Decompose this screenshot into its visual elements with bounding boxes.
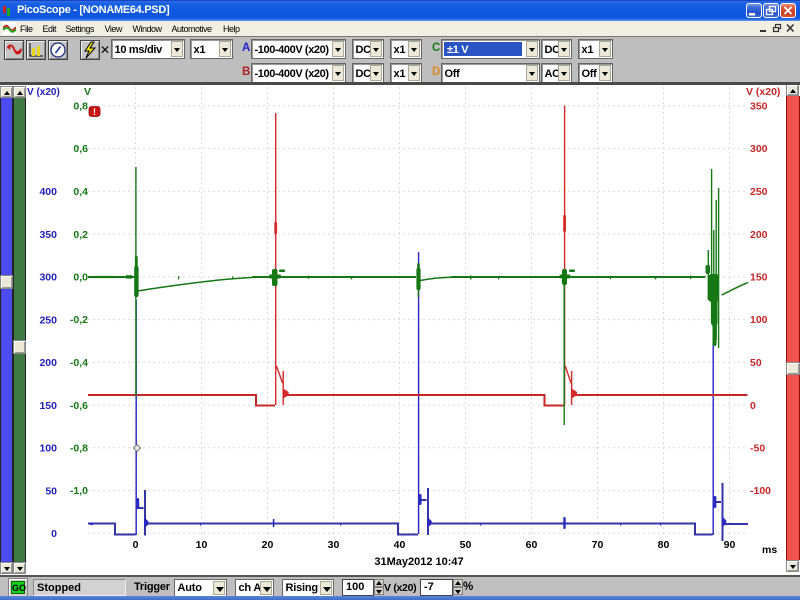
- svg-text:-0,4: -0,4: [70, 357, 88, 369]
- svg-text:250: 250: [39, 314, 57, 326]
- svg-text:150: 150: [39, 400, 57, 412]
- svg-text:300: 300: [39, 272, 57, 284]
- svg-text:0,0: 0,0: [73, 272, 88, 284]
- svg-text:50: 50: [750, 357, 762, 369]
- svg-text:V: V: [84, 86, 91, 98]
- svg-text:50: 50: [45, 485, 57, 497]
- svg-text:250: 250: [750, 186, 768, 198]
- svg-text:350: 350: [750, 101, 768, 113]
- svg-text:80: 80: [658, 539, 670, 551]
- svg-text:!: !: [93, 107, 96, 117]
- svg-text:200: 200: [39, 357, 57, 369]
- svg-text:90: 90: [724, 539, 736, 551]
- svg-text:350: 350: [39, 229, 57, 241]
- svg-text:150: 150: [750, 272, 768, 284]
- svg-text:70: 70: [592, 539, 604, 551]
- svg-text:0: 0: [750, 400, 756, 412]
- svg-text:50: 50: [460, 539, 472, 551]
- svg-text:0: 0: [133, 539, 139, 551]
- svg-text:V (x20): V (x20): [746, 86, 780, 98]
- svg-text:0,6: 0,6: [73, 143, 88, 155]
- svg-text:-50: -50: [750, 443, 765, 455]
- svg-text:-1,0: -1,0: [70, 485, 88, 497]
- svg-text:31May2012 10:47: 31May2012 10:47: [374, 556, 463, 568]
- svg-text:0,2: 0,2: [73, 229, 88, 241]
- svg-text:400: 400: [39, 186, 57, 198]
- svg-text:-0,6: -0,6: [70, 400, 88, 412]
- svg-text:100: 100: [750, 314, 768, 326]
- svg-text:100: 100: [39, 443, 57, 455]
- svg-text:0,8: 0,8: [73, 101, 88, 113]
- svg-text:V (x20): V (x20): [27, 87, 60, 98]
- svg-text:ms: ms: [762, 544, 777, 556]
- svg-text:60: 60: [526, 539, 538, 551]
- svg-text:20: 20: [262, 539, 274, 551]
- svg-text:10: 10: [196, 539, 208, 551]
- svg-text:0,4: 0,4: [73, 186, 88, 198]
- svg-text:-0,8: -0,8: [70, 443, 88, 455]
- svg-text:30: 30: [328, 539, 340, 551]
- svg-text:0: 0: [51, 528, 57, 540]
- svg-text:200: 200: [750, 229, 768, 241]
- svg-text:40: 40: [394, 539, 406, 551]
- svg-text:300: 300: [750, 143, 768, 155]
- svg-text:-100: -100: [750, 485, 771, 497]
- svg-text:-0,2: -0,2: [70, 314, 88, 326]
